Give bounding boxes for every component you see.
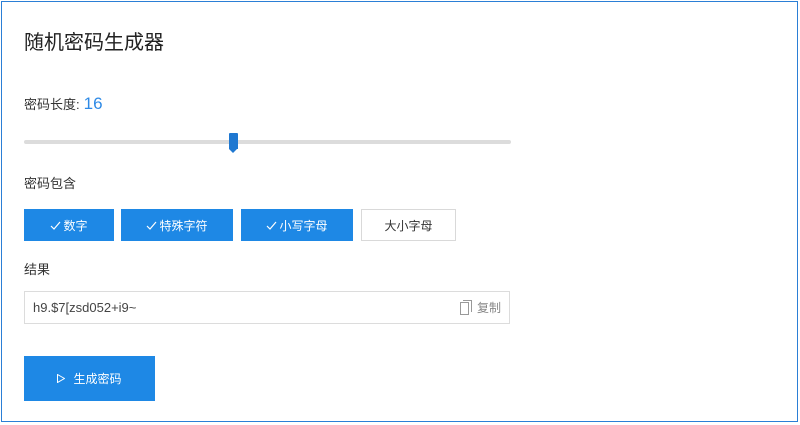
option-mixedcase[interactable]: 大小字母 <box>361 209 456 241</box>
option-digits[interactable]: 数字 <box>24 209 114 241</box>
option-special[interactable]: 特殊字符 <box>121 209 233 241</box>
copy-button[interactable]: 复制 <box>459 299 501 316</box>
generate-button[interactable]: 生成密码 <box>24 356 155 401</box>
slider-thumb[interactable] <box>229 133 238 153</box>
check-icon <box>267 221 277 230</box>
generate-label: 生成密码 <box>73 372 122 386</box>
option-mixedcase-label: 大小字母 <box>384 218 433 233</box>
length-slider[interactable] <box>24 133 511 153</box>
check-icon <box>147 221 157 230</box>
play-icon <box>57 374 66 383</box>
result-value[interactable]: h9.$7[zsd052+i9~ <box>33 300 136 315</box>
result-field[interactable]: h9.$7[zsd052+i9~ 复制 <box>24 291 510 324</box>
option-digits-label: 数字 <box>63 218 88 233</box>
page-title: 随机密码生成器 <box>24 32 164 54</box>
length-row: 密码长度: 16 <box>24 94 103 115</box>
check-icon <box>51 221 61 230</box>
include-label: 密码包含 <box>24 176 77 191</box>
option-lowercase[interactable]: 小写字母 <box>241 209 353 241</box>
option-special-label: 特殊字符 <box>159 218 208 233</box>
copy-icon <box>459 299 472 315</box>
app-frame: 随机密码生成器 密码长度: 16 密码包含 数字 特殊字符 小写字母 大小字母 结… <box>1 1 798 422</box>
result-label: 结果 <box>24 262 51 277</box>
length-label: 密码长度: <box>24 97 80 112</box>
option-lowercase-label: 小写字母 <box>279 218 328 233</box>
length-value: 16 <box>83 94 103 113</box>
copy-label: 复制 <box>476 301 501 315</box>
